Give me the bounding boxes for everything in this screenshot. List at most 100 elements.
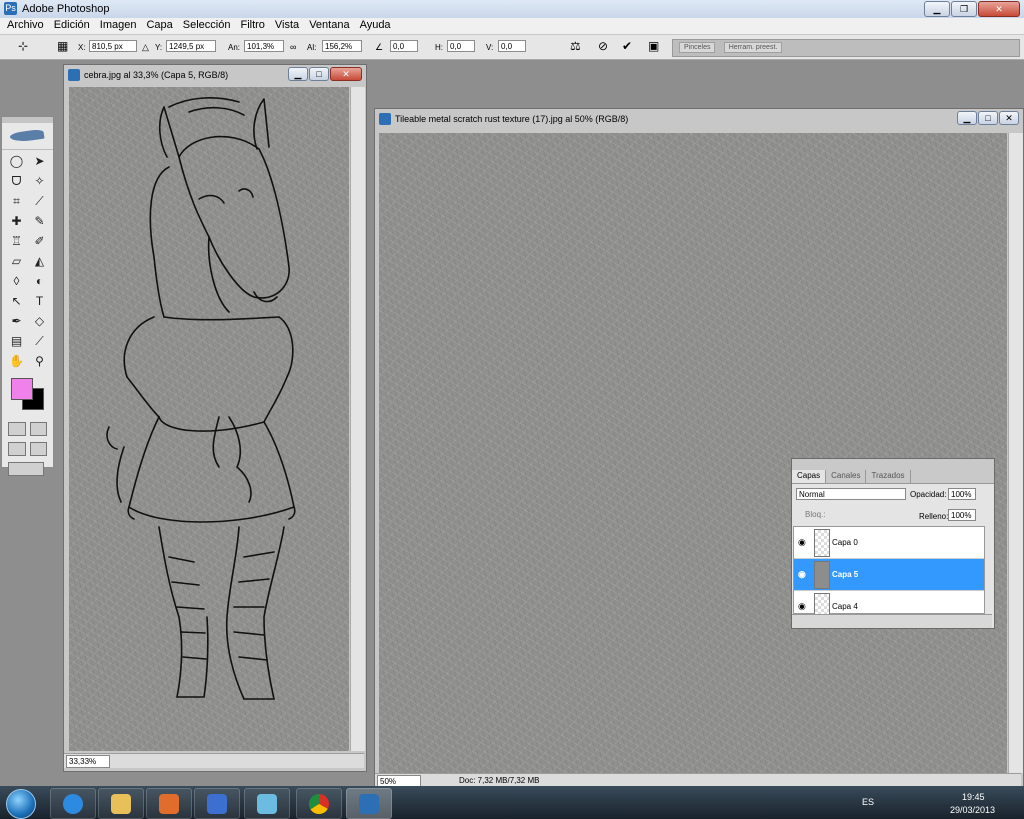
marquee-tool-icon[interactable]: ◯ [6,152,27,170]
type-tool-icon[interactable]: T [29,292,50,310]
doc-minimize-button[interactable]: ▁ [957,111,977,125]
imageready-icon[interactable] [8,462,44,476]
taskbar-media[interactable] [146,788,192,819]
y-field[interactable]: 1249,5 px [166,40,216,52]
width-field[interactable]: 101,3% [244,40,284,52]
document-canvas[interactable] [69,87,349,751]
clone-stamp-tool-icon[interactable]: ♖ [6,232,27,250]
layer-row[interactable]: ◉ Capa 0 [794,527,984,559]
hskew-field[interactable]: 0,0 [447,40,475,52]
close-button[interactable]: ✕ [978,1,1020,17]
tab-pinceles[interactable]: Pinceles [679,42,716,53]
taskbar-paint[interactable] [194,788,240,819]
zoom-tool-icon[interactable]: ⚲ [29,352,50,370]
taskbar-explorer[interactable] [98,788,144,819]
taskbar-app[interactable] [244,788,290,819]
menu-seleccion[interactable]: Selección [178,18,236,34]
vertical-scrollbar[interactable] [1008,133,1023,773]
path-selection-tool-icon[interactable]: ↖ [6,292,27,310]
magic-wand-tool-icon[interactable]: ✧ [29,172,50,190]
notes-tool-icon[interactable]: ▤ [6,332,27,350]
standard-mode-icon[interactable] [8,422,26,436]
blur-tool-icon[interactable]: ◊ [6,272,27,290]
visibility-eye-icon[interactable]: ◉ [798,601,806,612]
tab-capas[interactable]: Capas [792,470,827,483]
menu-imagen[interactable]: Imagen [95,18,142,34]
paint-bucket-tool-icon[interactable]: ◭ [29,252,50,270]
lasso-tool-icon[interactable]: ᗜ [6,172,27,190]
link-icon[interactable]: ∞ [290,42,296,52]
pen-tool-icon[interactable]: ✒ [6,312,27,330]
menu-capa[interactable]: Capa [141,18,177,34]
cancel-transform-icon[interactable]: ⊘ [598,39,608,53]
menu-filtro[interactable]: Filtro [235,18,269,34]
relative-position-icon[interactable]: △ [142,42,149,53]
x-field[interactable]: 810,5 px [89,40,137,52]
doc-maximize-button[interactable]: □ [309,67,329,81]
start-button[interactable] [6,789,36,819]
tab-herramientas-preestablecidas[interactable]: Herram. preest. [723,42,783,53]
dodge-tool-icon[interactable]: ◐ [29,272,50,290]
reference-point-icon[interactable]: ▦ [57,39,68,53]
healing-brush-tool-icon[interactable]: ✚ [6,212,27,230]
internet-explorer-icon [63,794,83,814]
angle-field[interactable]: 0,0 [390,40,418,52]
doc-close-button[interactable]: ✕ [999,111,1019,125]
palette-well-icon[interactable]: ▣ [648,39,659,53]
foreground-color-swatch[interactable] [11,378,33,400]
shape-tool-icon[interactable]: ◇ [29,312,50,330]
taskbar-ie[interactable] [50,788,96,819]
menu-ayuda[interactable]: Ayuda [355,18,396,34]
menu-archivo[interactable]: Archivo [2,18,49,34]
menu-vista[interactable]: Vista [270,18,304,34]
move-tool-preset-icon[interactable]: ⊹ [18,39,28,53]
slice-tool-icon[interactable]: ⟋ [29,192,50,210]
language-indicator[interactable]: ES [862,797,874,807]
document-canvas[interactable] [379,133,1007,773]
blend-mode-select[interactable]: Normal [796,488,906,500]
adobe-feather-icon[interactable] [2,123,53,150]
doc-minimize-button[interactable]: ▁ [288,67,308,81]
tab-canales[interactable]: Canales [826,470,867,483]
doc-close-button[interactable]: ✕ [330,67,362,81]
fill-field[interactable]: 100% [948,509,976,521]
visibility-eye-icon[interactable]: ◉ [798,569,806,580]
quick-mask-mode-icon[interactable] [29,422,47,436]
visibility-eye-icon[interactable]: ◉ [798,537,806,548]
restore-button[interactable]: ❐ [951,1,977,17]
vskew-field[interactable]: 0,0 [498,40,526,52]
document-titlebar[interactable]: Tileable metal scratch rust texture (17)… [375,109,1023,129]
layer-name: Capa 4 [832,602,858,611]
brush-tool-icon[interactable]: ✎ [29,212,50,230]
warp-icon[interactable]: ⚖ [570,39,581,53]
panel-titlebar[interactable] [792,459,994,470]
standard-screen-mode-icon[interactable] [8,442,26,456]
commit-transform-icon[interactable]: ✔ [622,39,632,53]
taskbar-chrome[interactable] [296,788,342,819]
document-titlebar[interactable]: cebra.jpg al 33,3% (Capa 5, RGB/8) ▁ □ ✕ [64,65,366,85]
color-swatches [2,376,53,416]
menu-ventana[interactable]: Ventana [304,18,354,34]
tab-trazados[interactable]: Trazados [866,470,911,483]
height-field[interactable]: 156,2% [322,40,362,52]
crop-tool-icon[interactable]: ⌗ [6,192,27,210]
zoom-field[interactable]: 33,33% [66,755,110,768]
layer-row-selected[interactable]: ◉ Capa 5 [794,559,984,591]
window-controls: ▁ ❐ ✕ [924,1,1020,17]
eyedropper-tool-icon[interactable]: ⟋ [29,332,50,350]
move-tool-icon[interactable]: ➤ [29,152,50,170]
history-brush-tool-icon[interactable]: ✐ [29,232,50,250]
menu-edicion[interactable]: Edición [49,18,95,34]
document-title: Tileable metal scratch rust texture (17)… [395,114,629,124]
eraser-tool-icon[interactable]: ▱ [6,252,27,270]
doc-maximize-button[interactable]: □ [978,111,998,125]
vertical-scrollbar[interactable] [350,87,365,751]
full-screen-mode-icon[interactable] [29,442,47,456]
taskbar-photoshop[interactable] [346,788,392,819]
minimize-button[interactable]: ▁ [924,1,950,17]
clock-date[interactable]: 29/03/2013 [950,805,995,815]
opacity-field[interactable]: 100% [948,488,976,500]
hskew-label: H: [435,43,443,52]
hand-tool-icon[interactable]: ✋ [6,352,27,370]
clock-time[interactable]: 19:45 [962,792,985,802]
